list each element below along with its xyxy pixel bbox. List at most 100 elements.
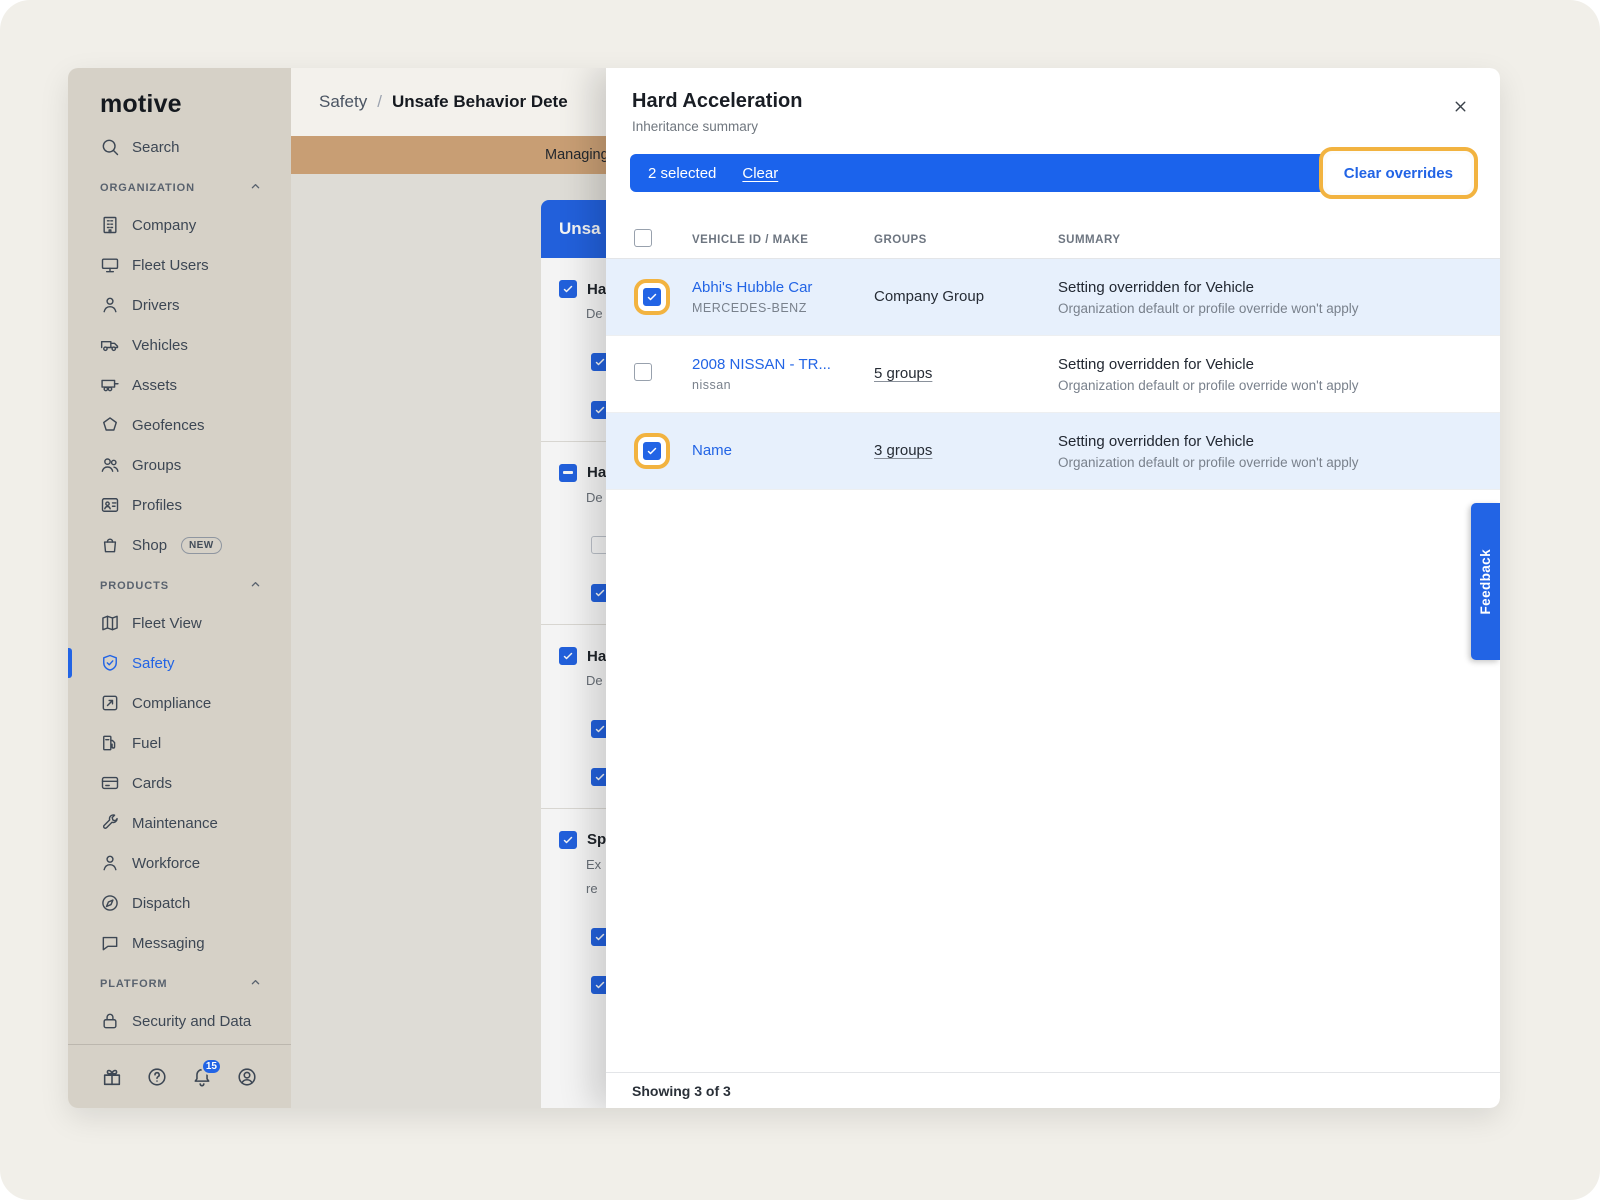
sidebar-item-fuel[interactable]: Fuel bbox=[68, 723, 291, 763]
sidebar-item-drivers[interactable]: Drivers bbox=[68, 285, 291, 325]
sidebar-item-workforce[interactable]: Workforce bbox=[68, 843, 291, 883]
breadcrumb: Safety / Unsafe Behavior Dete bbox=[319, 92, 568, 112]
section-label: PRODUCTS bbox=[100, 580, 169, 592]
compliance-icon bbox=[100, 693, 120, 713]
sidebar-item-label: Vehicles bbox=[132, 337, 188, 354]
vehicle-link[interactable]: Abhi's Hubble Car bbox=[692, 279, 812, 296]
sidebar-item-label: Search bbox=[132, 139, 180, 156]
sidebar-item-label: Safety bbox=[132, 655, 175, 672]
people-icon bbox=[100, 455, 120, 475]
table-row[interactable]: Name 3 groups Setting overridden for Veh… bbox=[606, 413, 1500, 490]
desktop-background: motive Search ORGANIZATION Company Fleet… bbox=[0, 0, 1600, 1200]
sidebar-item-assets[interactable]: Assets bbox=[68, 365, 291, 405]
row-checkbox-checked[interactable] bbox=[643, 288, 661, 306]
sidebar-item-label: Geofences bbox=[132, 417, 205, 434]
map-icon bbox=[100, 613, 120, 633]
summary-detail: Organization default or profile override… bbox=[1058, 455, 1474, 470]
sidebar-item-label: Maintenance bbox=[132, 815, 218, 832]
breadcrumb-safety[interactable]: Safety bbox=[319, 92, 367, 111]
section-products[interactable]: PRODUCTS bbox=[68, 569, 291, 603]
row-checkbox-unchecked[interactable] bbox=[634, 363, 652, 381]
setting-checkbox-checked[interactable] bbox=[559, 831, 577, 849]
sidebar-item-shop[interactable]: Shop NEW bbox=[68, 525, 291, 565]
groups-value[interactable]: 5 groups bbox=[874, 365, 932, 382]
vehicle-make: MERCEDES-BENZ bbox=[692, 301, 874, 315]
sidebar-item-groups[interactable]: Groups bbox=[68, 445, 291, 485]
close-icon[interactable] bbox=[1446, 92, 1474, 120]
person-icon bbox=[100, 853, 120, 873]
settings-card-title: Unsa bbox=[559, 219, 601, 239]
sidebar-item-profiles[interactable]: Profiles bbox=[68, 485, 291, 525]
company-icon bbox=[100, 215, 120, 235]
modal-footer: Showing 3 of 3 bbox=[606, 1072, 1500, 1108]
table-row[interactable]: 2008 NISSAN - TR... nissan 5 groups Sett… bbox=[606, 336, 1500, 413]
sidebar-item-security-and-data[interactable]: Security and Data bbox=[68, 1001, 291, 1041]
setting-label: Ha bbox=[587, 281, 606, 298]
id-card-icon bbox=[100, 495, 120, 515]
groups-value[interactable]: 3 groups bbox=[874, 442, 932, 459]
person-icon bbox=[100, 295, 120, 315]
notification-count-badge: 15 bbox=[201, 1058, 222, 1075]
sidebar-item-label: Fleet Users bbox=[132, 257, 209, 274]
setting-checkbox-indeterminate[interactable] bbox=[559, 464, 577, 482]
breadcrumb-current-page: Unsafe Behavior Dete bbox=[392, 92, 568, 111]
modal-spacer bbox=[606, 490, 1500, 1072]
credit-card-icon bbox=[100, 773, 120, 793]
trailer-icon bbox=[100, 375, 120, 395]
sidebar-item-compliance[interactable]: Compliance bbox=[68, 683, 291, 723]
feedback-tab[interactable]: Feedback bbox=[1471, 503, 1500, 660]
vehicle-link[interactable]: 2008 NISSAN - TR... bbox=[692, 356, 831, 373]
shopping-bag-icon bbox=[100, 535, 120, 555]
section-platform[interactable]: PLATFORM bbox=[68, 967, 291, 1001]
referral-icon[interactable] bbox=[101, 1066, 123, 1088]
column-header: GROUPS bbox=[874, 234, 1058, 246]
section-organization[interactable]: ORGANIZATION bbox=[68, 171, 291, 205]
sidebar-item-label: Company bbox=[132, 217, 196, 234]
lock-icon bbox=[100, 1011, 120, 1031]
sidebar-item-label: Compliance bbox=[132, 695, 211, 712]
sidebar-item-label: Drivers bbox=[132, 297, 180, 314]
setting-label: Ha bbox=[587, 648, 606, 665]
sidebar-item-safety[interactable]: Safety bbox=[68, 643, 291, 683]
banner-text: Managing bbox=[545, 147, 609, 163]
sidebar-item-messaging[interactable]: Messaging bbox=[68, 923, 291, 963]
sidebar: motive Search ORGANIZATION Company Fleet… bbox=[68, 68, 291, 1108]
sidebar-item-dispatch[interactable]: Dispatch bbox=[68, 883, 291, 923]
chevron-up-icon bbox=[248, 179, 263, 197]
sidebar-item-label: Cards bbox=[132, 775, 172, 792]
clear-overrides-button[interactable]: Clear overrides bbox=[1326, 154, 1471, 192]
motive-logo: motive bbox=[68, 68, 291, 127]
sidebar-item-fleet-view[interactable]: Fleet View bbox=[68, 603, 291, 643]
breadcrumb-separator: / bbox=[377, 92, 382, 111]
truck-icon bbox=[100, 335, 120, 355]
table-row[interactable]: Abhi's Hubble Car MERCEDES-BENZ Company … bbox=[606, 259, 1500, 336]
geofence-icon bbox=[100, 415, 120, 435]
row-checkbox-checked[interactable] bbox=[643, 442, 661, 460]
clear-selection-link[interactable]: Clear bbox=[742, 165, 778, 182]
column-header: VEHICLE ID / MAKE bbox=[692, 234, 874, 246]
new-badge: NEW bbox=[181, 537, 222, 554]
summary-title: Setting overridden for Vehicle bbox=[1058, 279, 1474, 296]
sidebar-item-label: Messaging bbox=[132, 935, 205, 952]
table-header: VEHICLE ID / MAKE GROUPS SUMMARY bbox=[606, 222, 1500, 259]
setting-checkbox-checked[interactable] bbox=[559, 280, 577, 298]
wrench-icon bbox=[100, 813, 120, 833]
sidebar-item-company[interactable]: Company bbox=[68, 205, 291, 245]
sidebar-item-geofences[interactable]: Geofences bbox=[68, 405, 291, 445]
summary-title: Setting overridden for Vehicle bbox=[1058, 433, 1474, 450]
chevron-up-icon bbox=[248, 577, 263, 595]
select-all-checkbox[interactable] bbox=[634, 229, 652, 247]
sidebar-item-search[interactable]: Search bbox=[68, 127, 291, 167]
account-icon[interactable] bbox=[236, 1066, 258, 1088]
help-icon[interactable] bbox=[146, 1066, 168, 1088]
setting-checkbox-checked[interactable] bbox=[559, 647, 577, 665]
vehicle-link[interactable]: Name bbox=[692, 442, 732, 459]
column-header: SUMMARY bbox=[1058, 234, 1474, 246]
sidebar-item-cards[interactable]: Cards bbox=[68, 763, 291, 803]
sidebar-item-fleet-users[interactable]: Fleet Users bbox=[68, 245, 291, 285]
sidebar-item-maintenance[interactable]: Maintenance bbox=[68, 803, 291, 843]
notifications-bell-icon[interactable]: 15 bbox=[191, 1066, 213, 1088]
summary-title: Setting overridden for Vehicle bbox=[1058, 356, 1474, 373]
sidebar-item-vehicles[interactable]: Vehicles bbox=[68, 325, 291, 365]
selection-area: 2 selected Clear Clear overrides bbox=[630, 154, 1474, 192]
